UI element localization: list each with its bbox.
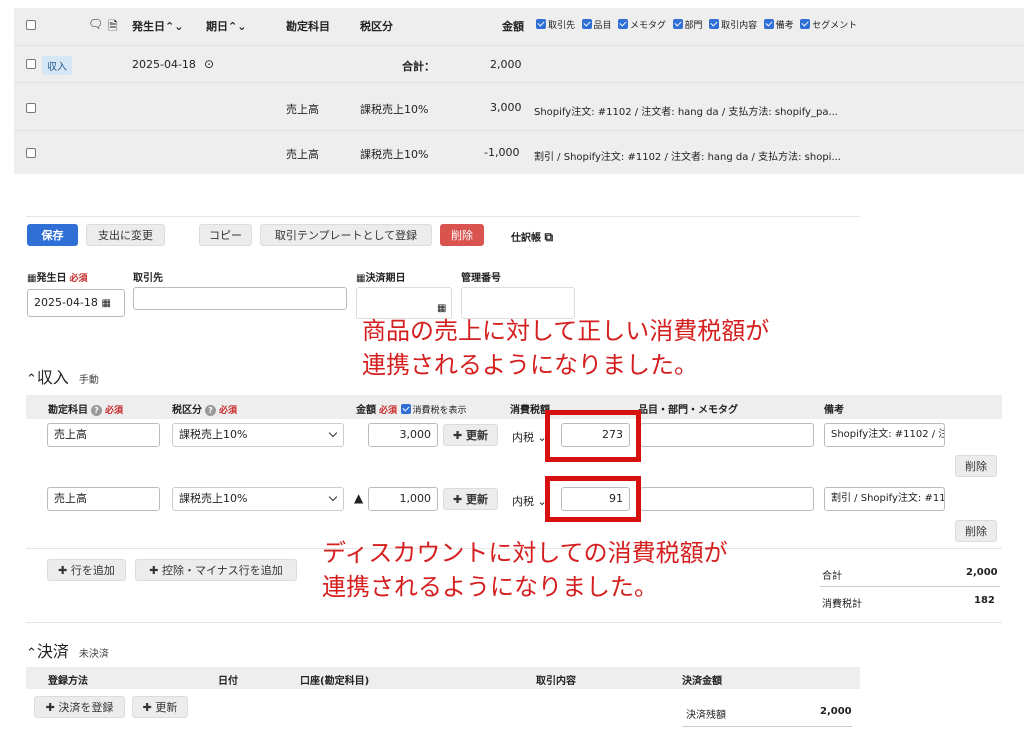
highlight-box-tax-91 — [545, 476, 641, 522]
row-delete-button[interactable]: 削除 — [955, 520, 997, 542]
toggle-content[interactable]: 取引内容 — [709, 19, 757, 31]
toggle-partner[interactable]: 取引先 — [536, 19, 575, 31]
comment-icon: 🗨 — [88, 17, 104, 31]
highlight-box-tax-273 — [545, 410, 641, 462]
chevron-up-icon: ⌃ — [26, 646, 37, 661]
th-amount: 金額 必須 消費税を表示 — [356, 404, 467, 416]
sort-issue-date[interactable]: 発生日⌃⌄ — [132, 18, 183, 34]
tax-total-value: 182 — [974, 595, 995, 606]
toggle-department[interactable]: 部門 — [672, 19, 703, 31]
issue-date-label: ▦発生日 必須 — [27, 273, 88, 284]
row-delete-button[interactable]: 削除 — [955, 455, 997, 477]
chevron-up-icon: ⌃ — [26, 372, 37, 387]
income-table-header: 勘定科目? 必須 税区分? 必須 金額 必須 消費税を表示 消費税額 品目・部門・メモ… — [26, 395, 1002, 419]
partner-label: 取引先 — [133, 273, 163, 284]
sort-icon: ⌃⌄ — [165, 20, 184, 33]
annotation-discount-tax: ディスカウントに対しての消費税額が 連携されるようになりました。 — [322, 539, 728, 601]
total-value: 2,000 — [966, 567, 998, 578]
note-input[interactable]: Shopify注文: #1102 / 注: — [824, 423, 945, 447]
partner-input[interactable] — [133, 287, 347, 310]
select-all-checkbox[interactable] — [26, 20, 36, 30]
account-input[interactable]: 売上高 — [47, 423, 160, 447]
save-button[interactable]: 保存 — [27, 224, 78, 246]
clock-icon: ⊙ — [204, 57, 215, 71]
settlement-table-header: 登録方法 日付 口座(勘定科目) 取引内容 決済金額 — [26, 667, 860, 689]
show-tax-checkbox[interactable]: 消費税を表示 — [400, 404, 467, 416]
th-note: 備考 — [824, 405, 844, 416]
balance-value: 2,000 — [820, 706, 852, 717]
th-tax: 税区分? 必須 — [172, 405, 238, 416]
summary-total-value: 2,000 — [490, 58, 522, 71]
mgmt-number-label: 管理番号 — [461, 273, 501, 284]
add-row-button[interactable]: ✚ 行を追加 — [47, 559, 126, 581]
help-icon[interactable]: ? — [205, 405, 216, 416]
chevron-down-icon — [328, 492, 338, 502]
summary-total-label: 合計： — [402, 60, 435, 73]
row-checkbox[interactable] — [26, 148, 36, 158]
settlement-update-button[interactable]: ✚ 更新 — [132, 696, 188, 718]
update-button[interactable]: ✚ 更新 — [443, 424, 498, 446]
chevron-down-icon — [328, 428, 338, 438]
transaction-list-panel: 🗨 🗎 発生日⌃⌄ 期日⌃⌄ 勘定科目 税区分 金額 取引先 品目 メモタグ 部… — [14, 8, 1024, 174]
total-label: 合計 — [822, 571, 842, 582]
summary-date: 2025-04-18 — [132, 58, 196, 71]
journal-link[interactable]: 仕訳帳 ⧉ — [511, 229, 553, 245]
annotation-product-tax: 商品の売上に対して正しい消費税額が 連携されるようになりました。 — [362, 317, 770, 379]
th-account: 勘定科目? 必須 — [48, 405, 124, 416]
document-icon: 🗎 — [108, 19, 118, 33]
external-link-icon: ⧉ — [544, 230, 554, 244]
item-input[interactable] — [640, 487, 814, 511]
tax-mode-select[interactable]: 内税 ⌄ — [512, 429, 547, 445]
row-checkbox[interactable] — [26, 103, 36, 113]
minus-marker: ▲ — [354, 491, 364, 505]
copy-button[interactable]: コピー — [199, 224, 252, 246]
header-amount: 金額 — [502, 20, 524, 33]
register-template-button[interactable]: 取引テンプレートとして登録 — [260, 224, 432, 246]
amount-input[interactable]: 3,000 — [368, 423, 438, 447]
account-input[interactable]: 売上高 — [47, 487, 160, 511]
change-to-expense-button[interactable]: 支出に変更 — [86, 224, 165, 246]
toggle-item[interactable]: 品目 — [581, 19, 612, 31]
add-minus-row-button[interactable]: ✚ 控除・マイナス行を追加 — [135, 559, 297, 581]
toggle-segment[interactable]: セグメント — [800, 19, 857, 31]
balance-label: 決済残額 — [686, 710, 726, 721]
tax-select[interactable]: 課税売上10% — [172, 487, 344, 511]
th-item: 品目・部門・メモタグ — [638, 405, 738, 416]
delete-button[interactable]: 削除 — [440, 224, 484, 246]
header-account: 勘定科目 — [286, 20, 330, 33]
amount-input[interactable]: 1,000 — [368, 487, 438, 511]
income-badge: 収入 — [42, 56, 72, 75]
tax-total-label: 消費税計 — [822, 599, 862, 610]
help-icon[interactable]: ? — [91, 405, 102, 416]
th-tax-amount: 消費税額 — [510, 405, 550, 416]
register-settlement-button[interactable]: ✚ 決済を登録 — [34, 696, 125, 718]
settlement-section-title[interactable]: ⌃決済 未決済 — [26, 638, 109, 662]
column-toggles: 取引先 品目 メモタグ 部門 取引内容 備考 セグメント — [536, 18, 860, 31]
tax-mode-select[interactable]: 内税 ⌄ — [512, 493, 547, 509]
item-input[interactable] — [640, 423, 814, 447]
issue-date-input[interactable]: 2025-04-18 ▦ — [27, 289, 125, 317]
toggle-memo-tag[interactable]: メモタグ — [618, 19, 666, 31]
row-checkbox[interactable] — [26, 59, 36, 69]
header-tax: 税区分 — [360, 20, 393, 33]
toggle-note[interactable]: 備考 — [763, 19, 794, 31]
sort-icon: ⌃⌄ — [228, 20, 247, 33]
sort-due-date[interactable]: 期日⌃⌄ — [206, 18, 246, 34]
calendar-icon: ▦ — [101, 298, 111, 309]
note-input[interactable]: 割引 / Shopify注文: #110 — [824, 487, 945, 511]
tax-select[interactable]: 課税売上10% — [172, 423, 344, 447]
income-section-title[interactable]: ⌃収入 手動 — [26, 364, 99, 388]
update-button[interactable]: ✚ 更新 — [443, 488, 498, 510]
due-date-label: ▦決済期日 — [356, 273, 406, 284]
